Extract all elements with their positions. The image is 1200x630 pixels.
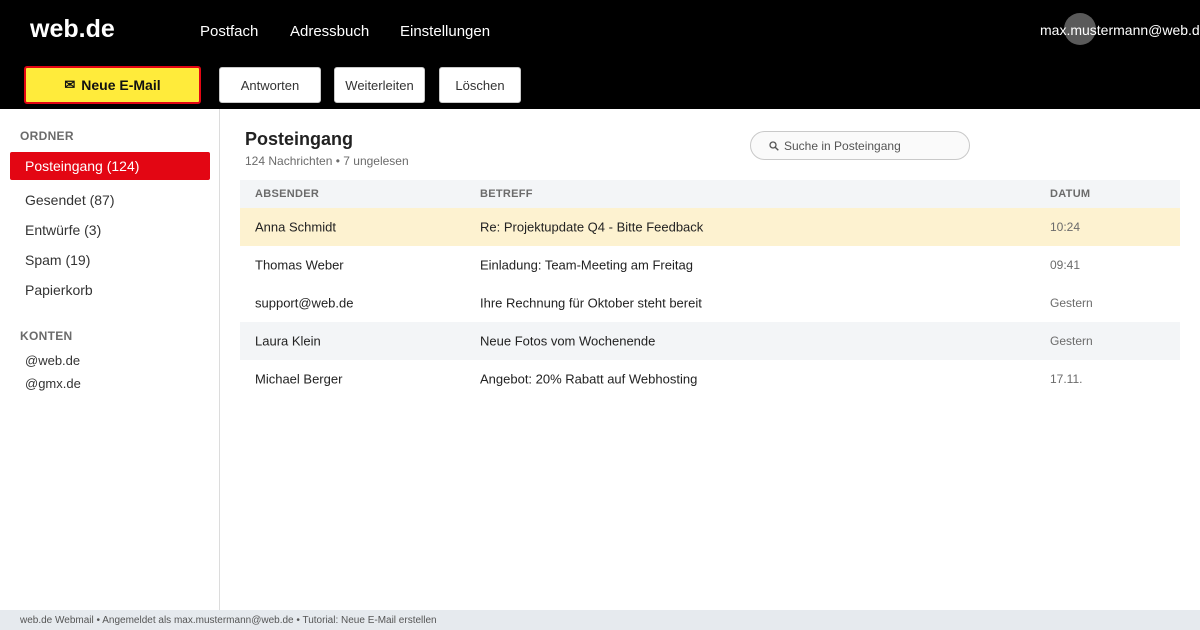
nav-adressbuch[interactable]: Adressbuch — [290, 23, 369, 40]
email-subject: Neue Fotos vom Wochenende — [480, 333, 656, 349]
email-subject: Angebot: 20% Rabatt auf Webhosting — [480, 371, 698, 387]
email-date: 17.11. — [1050, 372, 1083, 386]
sidebar-item-entwuerfe[interactable]: Entwürfe (3) — [10, 216, 210, 244]
table-row[interactable]: support@web.de Ihre Rechnung für Oktober… — [240, 284, 1180, 322]
table-row[interactable]: Thomas Weber Einladung: Team-Meeting am … — [240, 246, 1180, 284]
new-email-button[interactable]: ✉ Neue E-Mail — [24, 66, 201, 104]
column-header-sender[interactable]: ABSENDER — [255, 188, 319, 200]
email-sender: Thomas Weber — [255, 257, 344, 273]
nav-einstellungen[interactable]: Einstellungen — [400, 23, 490, 40]
search-input[interactable] — [784, 138, 954, 153]
email-date: 10:24 — [1050, 220, 1081, 234]
envelope-icon: ✉ — [64, 77, 76, 92]
email-subject: Einladung: Team-Meeting am Freitag — [480, 257, 693, 273]
email-subject: Re: Projektupdate Q4 - Bitte Feedback — [480, 219, 704, 235]
main-content: Posteingang 124 Nachrichten • 7 ungelese… — [220, 109, 1200, 610]
nav-postfach[interactable]: Postfach — [200, 23, 258, 40]
search-icon — [769, 140, 779, 151]
account-gmx-de[interactable]: @gmx.de — [25, 376, 81, 391]
email-date: Gestern — [1050, 296, 1093, 310]
email-subject: Ihre Rechnung für Oktober steht bereit — [480, 295, 702, 311]
sidebar-item-gesendet[interactable]: Gesendet (87) — [10, 186, 210, 214]
email-date: 09:41 — [1050, 258, 1081, 272]
table-row[interactable]: Laura Klein Neue Fotos vom Wochenende Ge… — [240, 322, 1180, 360]
email-sender: support@web.de — [255, 295, 354, 311]
email-date: Gestern — [1050, 334, 1093, 348]
user-email[interactable]: max.mustermann@web.de — [1040, 22, 1200, 38]
email-table: ABSENDER BETREFF DATUM Anna Schmidt Re: … — [240, 180, 1180, 398]
page-title: Posteingang — [245, 129, 354, 149]
table-header: ABSENDER BETREFF DATUM — [240, 180, 1180, 208]
sidebar-item-posteingang[interactable]: Posteingang (124) — [10, 152, 210, 180]
email-sender: Laura Klein — [255, 333, 321, 349]
accounts-heading: KONTEN — [20, 329, 73, 343]
column-header-subject[interactable]: BETREFF — [480, 188, 533, 200]
sidebar: ORDNER Posteingang (124) Gesendet (87) E… — [0, 109, 220, 610]
page-subtitle: 124 Nachrichten • 7 ungelesen — [245, 154, 409, 168]
reply-button[interactable]: Antworten — [219, 67, 321, 103]
account-web-de[interactable]: @web.de — [25, 353, 80, 368]
sidebar-item-papierkorb[interactable]: Papierkorb — [10, 276, 210, 304]
forward-button[interactable]: Weiterleiten — [334, 67, 425, 103]
email-sender: Anna Schmidt — [255, 219, 336, 235]
status-footer: web.de Webmail • Angemeldet als max.must… — [0, 610, 1200, 630]
logo[interactable]: web.de — [30, 15, 115, 44]
delete-button[interactable]: Löschen — [439, 67, 521, 103]
folders-heading: ORDNER — [20, 129, 74, 143]
table-row[interactable]: Anna Schmidt Re: Projektupdate Q4 - Bitt… — [240, 208, 1180, 246]
top-header: web.de Postfach Adressbuch Einstellungen… — [0, 0, 1200, 109]
table-row[interactable]: Michael Berger Angebot: 20% Rabatt auf W… — [240, 360, 1180, 398]
column-header-date[interactable]: DATUM — [1050, 188, 1090, 200]
sidebar-item-spam[interactable]: Spam (19) — [10, 246, 210, 274]
email-sender: Michael Berger — [255, 371, 343, 387]
search-box[interactable] — [750, 131, 970, 160]
new-email-label: Neue E-Mail — [81, 77, 161, 93]
